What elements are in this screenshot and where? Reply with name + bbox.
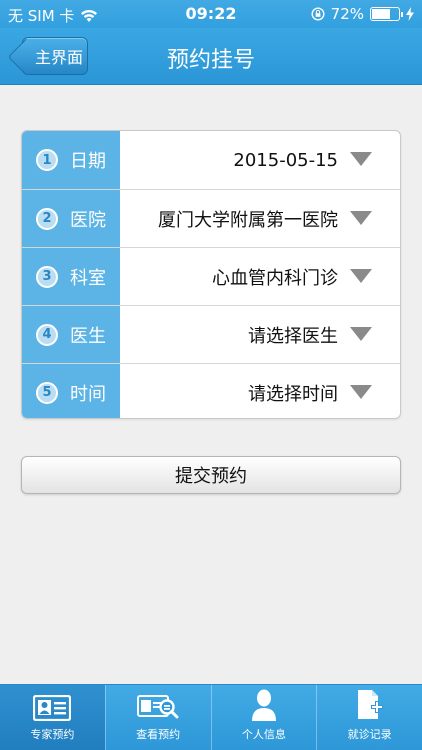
battery-icon (370, 7, 403, 21)
doctor-value: 请选择医生 (248, 325, 338, 347)
tab-visit-records[interactable]: 就诊记录 (316, 685, 422, 750)
battery-fill (372, 9, 390, 19)
battery-percent: 72% (330, 5, 364, 23)
form-row-hospital[interactable]: 2 医院 厦门大学附属第一医院 (22, 189, 400, 247)
dropdown-triangle-icon[interactable] (350, 152, 372, 166)
row-label: 2 医院 (22, 190, 120, 247)
form-row-doctor[interactable]: 4 医生 请选择医生 (22, 305, 400, 363)
tab-bar: 专家预约 查看预约 个人信息 就诊记录 (0, 684, 422, 750)
number-badge: 3 (36, 265, 58, 288)
status-right: 72% (311, 5, 414, 23)
date-value: 2015-05-15 (233, 149, 338, 171)
rotation-lock-icon (311, 7, 325, 21)
tab-expert-appointment[interactable]: 专家预约 (0, 685, 105, 750)
dropdown-triangle-icon[interactable] (350, 211, 372, 225)
status-bar: 无 SIM 卡 09:22 72% (0, 0, 422, 28)
form-row-date[interactable]: 1 日期 2015-05-15 (22, 131, 400, 189)
dropdown-triangle-icon[interactable] (350, 385, 372, 399)
charging-icon (406, 7, 414, 21)
department-value: 心血管内科门诊 (212, 267, 338, 289)
number-badge: 5 (36, 381, 58, 404)
dropdown-triangle-icon[interactable] (350, 327, 372, 341)
back-button-label: 主界面 (34, 48, 83, 67)
number-badge: 4 (36, 323, 58, 346)
time-value: 请选择时间 (248, 383, 338, 405)
row-label-text: 日期 (70, 151, 106, 172)
row-label-text: 医生 (70, 325, 106, 347)
row-label: 5 时间 (22, 364, 120, 418)
form-row-time[interactable]: 5 时间 请选择时间 (22, 363, 400, 418)
number-badge: 2 (36, 207, 58, 230)
appointment-form: 1 日期 2015-05-15 2 医院 厦门大学附属第一医院 3 科室 心血管… (21, 130, 401, 419)
document-add-icon (357, 690, 383, 719)
dropdown-triangle-icon[interactable] (350, 269, 372, 283)
tab-label: 查看预约 (136, 728, 181, 741)
hospital-value: 厦门大学附属第一医院 (158, 209, 338, 231)
nav-bar: 主界面 预约挂号 (0, 28, 422, 85)
search-card-icon (137, 695, 179, 719)
form-row-department[interactable]: 3 科室 心血管内科门诊 (22, 247, 400, 305)
row-label-text: 科室 (70, 267, 106, 289)
tab-view-appointment[interactable]: 查看预约 (104, 685, 211, 750)
number-badge: 1 (36, 149, 58, 171)
id-card-icon (33, 695, 72, 721)
tab-label: 专家预约 (30, 728, 75, 741)
row-label: 1 日期 (22, 131, 120, 189)
row-label: 3 科室 (22, 248, 120, 305)
tab-label: 个人信息 (241, 728, 286, 741)
row-label-text: 医院 (70, 209, 106, 231)
person-icon (251, 689, 276, 721)
row-label: 4 医生 (22, 306, 120, 363)
submit-appointment-button[interactable]: 提交预约 (21, 456, 401, 494)
row-label-text: 时间 (70, 383, 106, 405)
tab-label: 就诊记录 (347, 728, 392, 741)
tab-personal-info[interactable]: 个人信息 (210, 685, 317, 750)
